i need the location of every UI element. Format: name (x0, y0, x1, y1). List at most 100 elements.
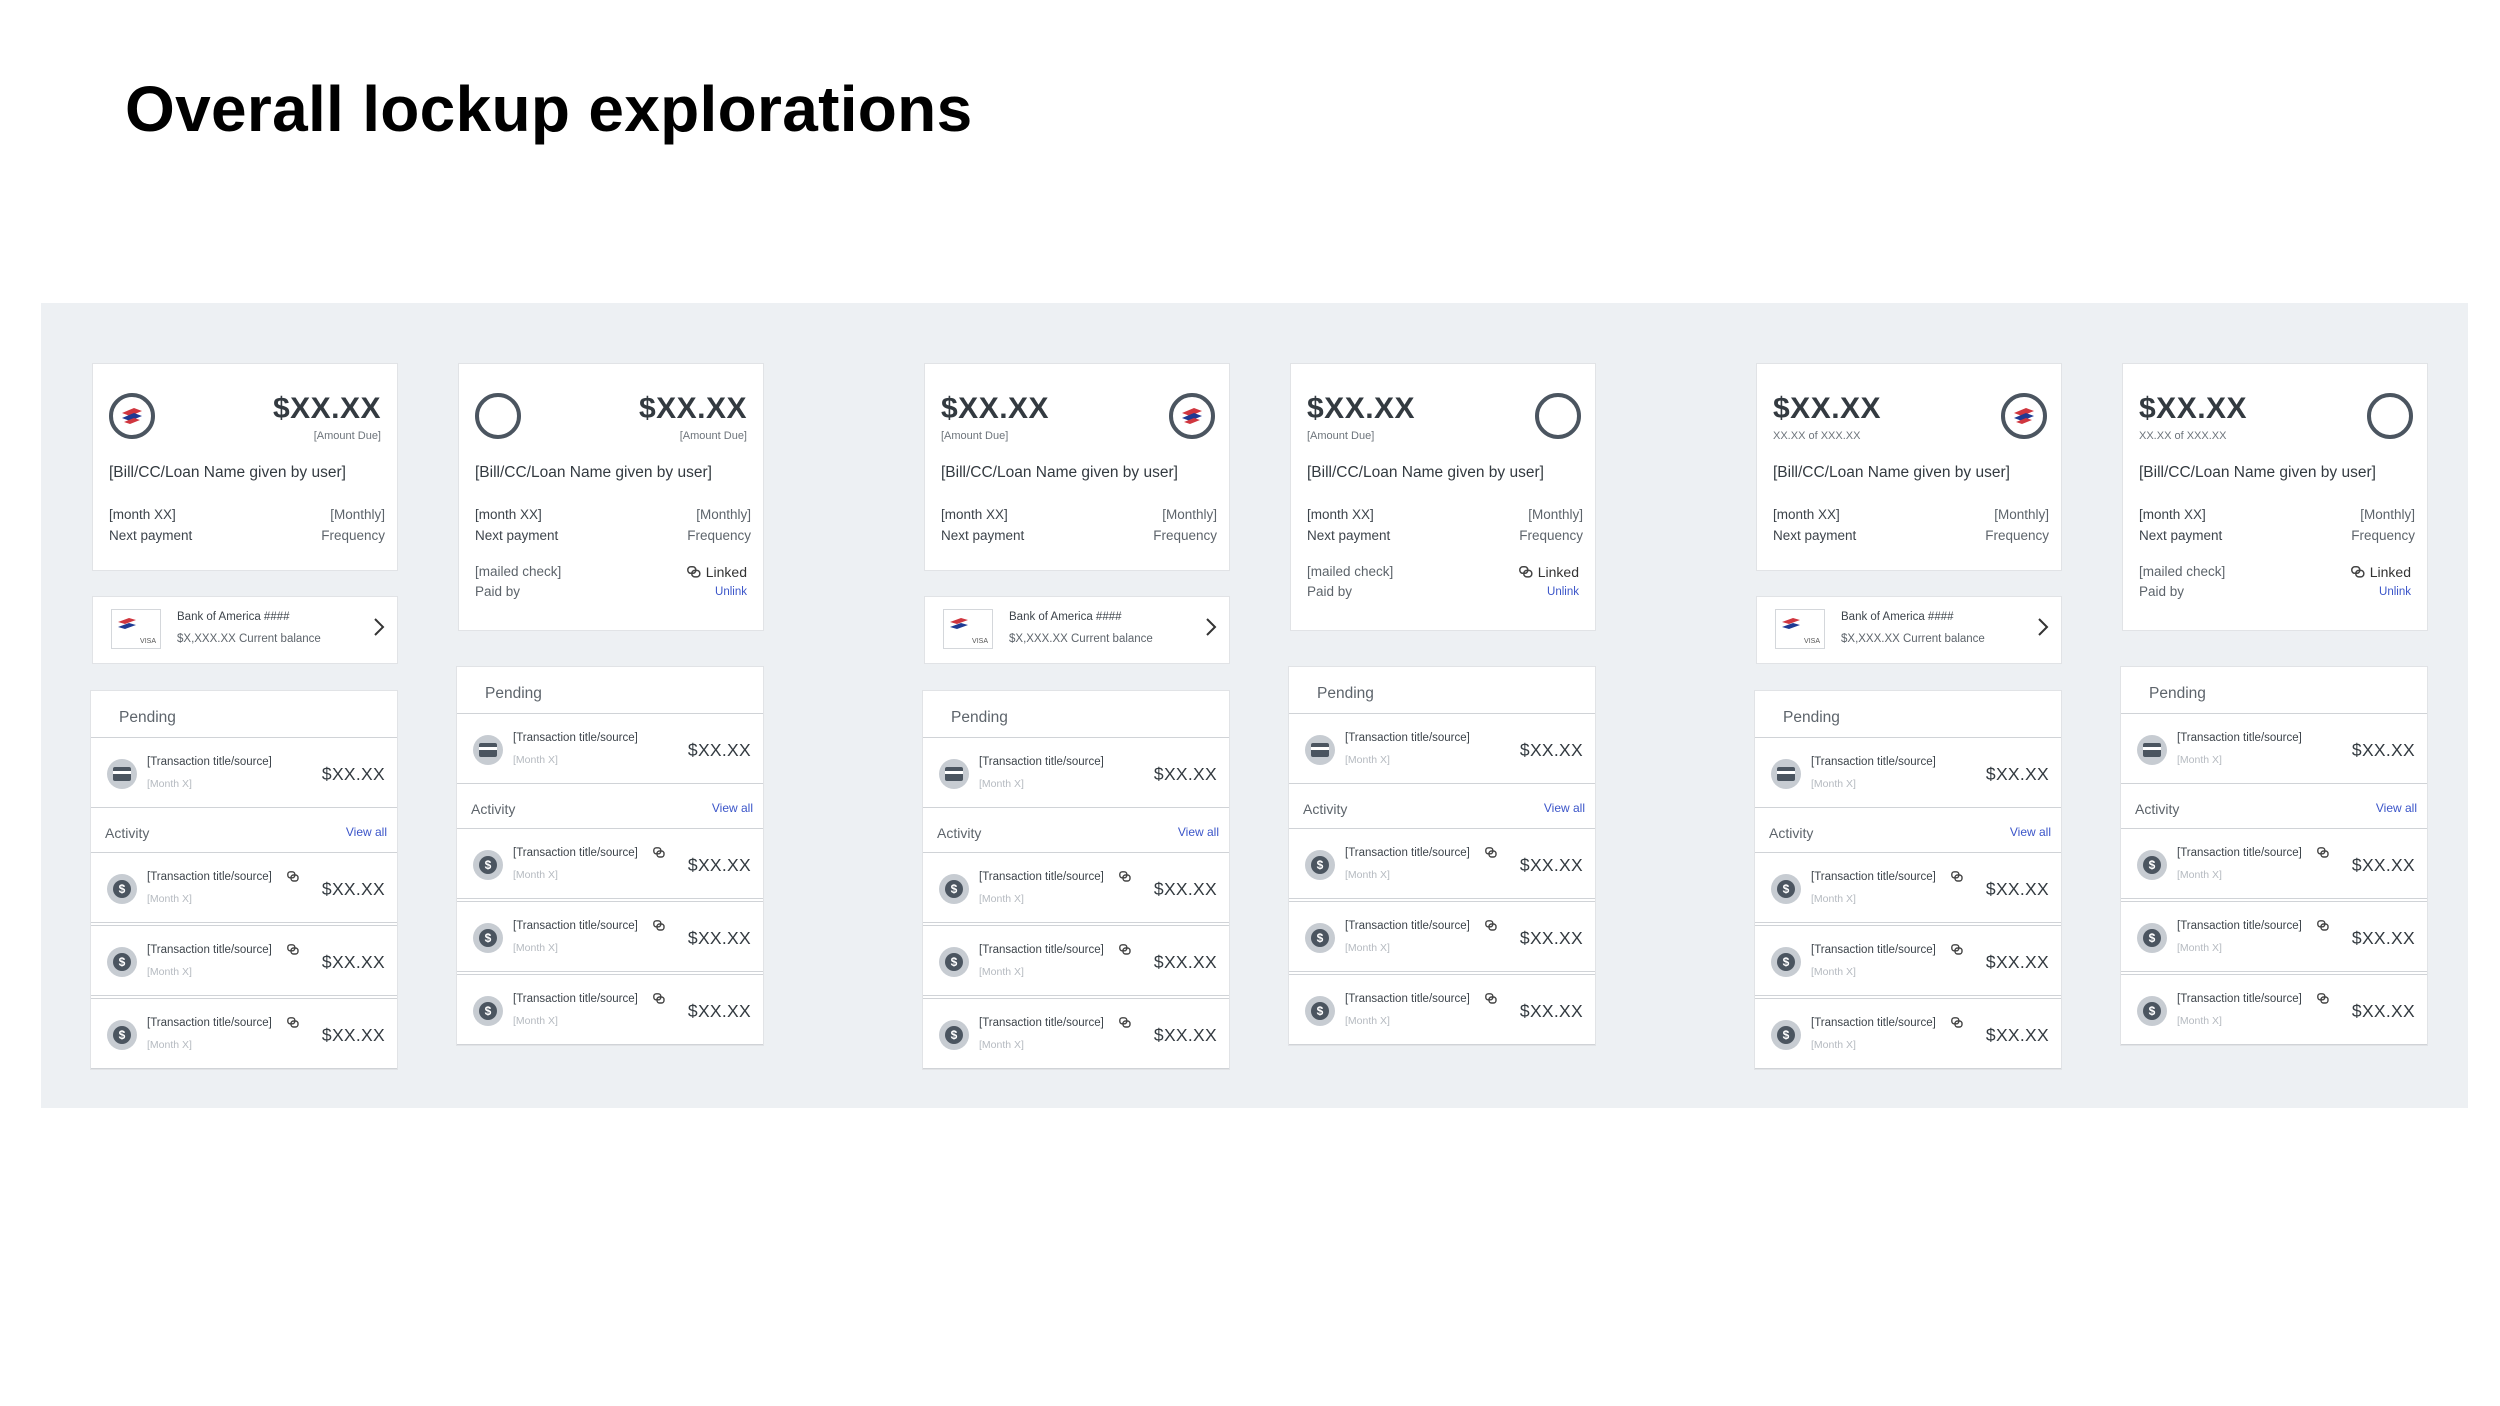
link-icon (1119, 871, 1131, 882)
pending-heading: Pending (485, 685, 542, 702)
activity-transaction-row[interactable]: $ [Transaction title/source] [Month X] $… (1289, 974, 1595, 1045)
bill-card[interactable]: $XX.XX XX.XX of XXX.XX [Bill/CC/Loan Nam… (2122, 363, 2428, 631)
activity-transaction-row[interactable]: $ [Transaction title/source] [Month X] $… (457, 974, 763, 1045)
view-all-link[interactable]: View all (2010, 825, 2051, 839)
bill-name: [Bill/CC/Loan Name given by user] (475, 464, 712, 481)
transaction-date: [Month X] (513, 942, 558, 954)
view-all-link[interactable]: View all (1544, 801, 1585, 815)
frequency-value: [Monthly] (2360, 507, 2415, 522)
bill-card[interactable]: $XX.XX [Amount Due] [Bill/CC/Loan Name g… (924, 363, 1230, 571)
activity-transaction-row[interactable]: $ [Transaction title/source] [Month X] $… (2121, 974, 2427, 1045)
unlink-link[interactable]: Unlink (715, 586, 747, 598)
activity-transaction-row[interactable]: $ [Transaction title/source] [Month X] $… (923, 998, 1229, 1069)
activity-transaction-row[interactable]: $ [Transaction title/source] [Month X] $… (2121, 828, 2427, 899)
credit-card-icon (2137, 735, 2167, 765)
empty-circle-icon (475, 393, 521, 439)
dollar-icon: $ (107, 1020, 137, 1050)
bill-card[interactable]: $XX.XX [Amount Due] [Bill/CC/Loan Name g… (1290, 363, 1596, 631)
activity-transaction-row[interactable]: $ [Transaction title/source] [Month X] $… (91, 925, 397, 996)
linked-label: Linked (2369, 564, 2411, 580)
frequency-value: [Monthly] (1994, 507, 2049, 522)
bill-card[interactable]: $XX.XX [Amount Due] [Bill/CC/Loan Name g… (458, 363, 764, 631)
linked-account-card[interactable]: VISA Bank of America #### $X,XXX.XX Curr… (1756, 596, 2062, 664)
transaction-date: [Month X] (1345, 754, 1390, 766)
transaction-amount: $XX.XX (687, 928, 751, 948)
view-all-link[interactable]: View all (2376, 801, 2417, 815)
transaction-date: [Month X] (2177, 754, 2222, 766)
explorations-panel: $XX.XX [Amount Due] [Bill/CC/Loan Name g… (41, 303, 2468, 1108)
activity-transaction-row[interactable]: $ [Transaction title/source] [Month X] $… (91, 998, 397, 1069)
pending-transaction-row[interactable]: [Transaction title/source] [Month X] $XX… (923, 737, 1229, 808)
paid-by-label: Paid by (1307, 584, 1353, 599)
linked-status: Linked (2350, 564, 2411, 580)
lockup-variant-5: $XX.XX XX.XX of XXX.XX [Bill/CC/Loan Nam… (1750, 303, 2062, 1108)
pending-transaction-row[interactable]: [Transaction title/source] [Month X] $XX… (91, 737, 397, 808)
view-all-link[interactable]: View all (346, 825, 387, 839)
activity-transaction-row[interactable]: $ [Transaction title/source] [Month X] $… (923, 925, 1229, 996)
link-icon (1485, 847, 1497, 858)
unlink-link[interactable]: Unlink (1547, 586, 1579, 598)
activity-transaction-row[interactable]: $ [Transaction title/source] [Month X] $… (923, 852, 1229, 923)
linked-account-card[interactable]: VISA Bank of America #### $X,XXX.XX Curr… (924, 596, 1230, 664)
account-name: Bank of America #### (1009, 611, 1122, 623)
pending-transaction-row[interactable]: [Transaction title/source] [Month X] $XX… (457, 713, 763, 784)
activity-transaction-row[interactable]: $ [Transaction title/source] [Month X] $… (91, 852, 397, 923)
transaction-title: [Transaction title/source] (979, 1017, 1104, 1029)
transaction-title: [Transaction title/source] (1345, 732, 1470, 744)
link-icon (2317, 920, 2329, 931)
linked-account-card[interactable]: VISA Bank of America #### $X,XXX.XX Curr… (92, 596, 398, 664)
activity-transaction-row[interactable]: $ [Transaction title/source] [Month X] $… (1755, 925, 2061, 996)
bill-name: [Bill/CC/Loan Name given by user] (109, 464, 346, 481)
activity-transaction-row[interactable]: $ [Transaction title/source] [Month X] $… (1289, 901, 1595, 972)
dollar-icon: $ (473, 996, 503, 1026)
next-payment-label: Next payment (475, 528, 559, 543)
amount-due-value: $XX.XX (638, 392, 747, 425)
pending-transaction-row[interactable]: [Transaction title/source] [Month X] $XX… (2121, 713, 2427, 784)
transaction-title: [Transaction title/source] (2177, 993, 2302, 1005)
activity-transaction-row[interactable]: $ [Transaction title/source] [Month X] $… (1755, 852, 2061, 923)
unlink-link[interactable]: Unlink (2379, 586, 2411, 598)
dollar-icon: $ (1771, 874, 1801, 904)
card-brand: VISA (140, 638, 156, 645)
activity-transaction-row[interactable]: $ [Transaction title/source] [Month X] $… (2121, 901, 2427, 972)
activity-transaction-row[interactable]: $ [Transaction title/source] [Month X] $… (1755, 998, 2061, 1069)
transaction-date: [Month X] (2177, 1015, 2222, 1027)
transaction-title: [Transaction title/source] (147, 871, 272, 883)
link-icon (2317, 847, 2329, 858)
link-icon (1951, 1017, 1963, 1028)
transaction-date: [Month X] (1345, 869, 1390, 881)
transaction-title: [Transaction title/source] (2177, 920, 2302, 932)
transaction-date: [Month X] (979, 893, 1024, 905)
activity-heading: Activity (1303, 801, 1348, 817)
transaction-title: [Transaction title/source] (1345, 993, 1470, 1005)
dollar-icon: $ (1771, 1020, 1801, 1050)
bill-card[interactable]: $XX.XX XX.XX of XXX.XX [Bill/CC/Loan Nam… (1756, 363, 2062, 571)
chevron-right-icon[interactable] (1205, 617, 1217, 637)
activity-transaction-row[interactable]: $ [Transaction title/source] [Month X] $… (457, 901, 763, 972)
link-icon (1119, 1017, 1131, 1028)
lockup-variant-3: $XX.XX [Amount Due] [Bill/CC/Loan Name g… (918, 303, 1230, 1108)
transaction-date: [Month X] (1811, 893, 1856, 905)
pending-transaction-row[interactable]: [Transaction title/source] [Month X] $XX… (1289, 713, 1595, 784)
view-all-link[interactable]: View all (1178, 825, 1219, 839)
link-icon (686, 566, 701, 578)
transaction-title: [Transaction title/source] (513, 920, 638, 932)
chevron-right-icon[interactable] (373, 617, 385, 637)
amount-progress: XX.XX of XXX.XX (2139, 430, 2227, 442)
bill-card[interactable]: $XX.XX [Amount Due] [Bill/CC/Loan Name g… (92, 363, 398, 571)
pending-transaction-row[interactable]: [Transaction title/source] [Month X] $XX… (1755, 737, 2061, 808)
chevron-right-icon[interactable] (2037, 617, 2049, 637)
dollar-icon: $ (2137, 850, 2167, 880)
view-all-link[interactable]: View all (712, 801, 753, 815)
link-icon (2350, 566, 2365, 578)
lockup-variant-2: $XX.XX [Amount Due] [Bill/CC/Loan Name g… (452, 303, 764, 1108)
transaction-date: [Month X] (513, 1015, 558, 1027)
activity-transaction-row[interactable]: $ [Transaction title/source] [Month X] $… (1289, 828, 1595, 899)
transaction-amount: $XX.XX (1985, 764, 2049, 784)
transactions-list: Pending [Transaction title/source] [Mont… (2120, 666, 2428, 1046)
activity-transaction-row[interactable]: $ [Transaction title/source] [Month X] $… (457, 828, 763, 899)
payment-method: [mailed check] (1307, 564, 1394, 579)
account-card-image: VISA (111, 609, 161, 649)
next-payment-date: [month XX] (109, 507, 176, 522)
linked-label: Linked (705, 564, 747, 580)
